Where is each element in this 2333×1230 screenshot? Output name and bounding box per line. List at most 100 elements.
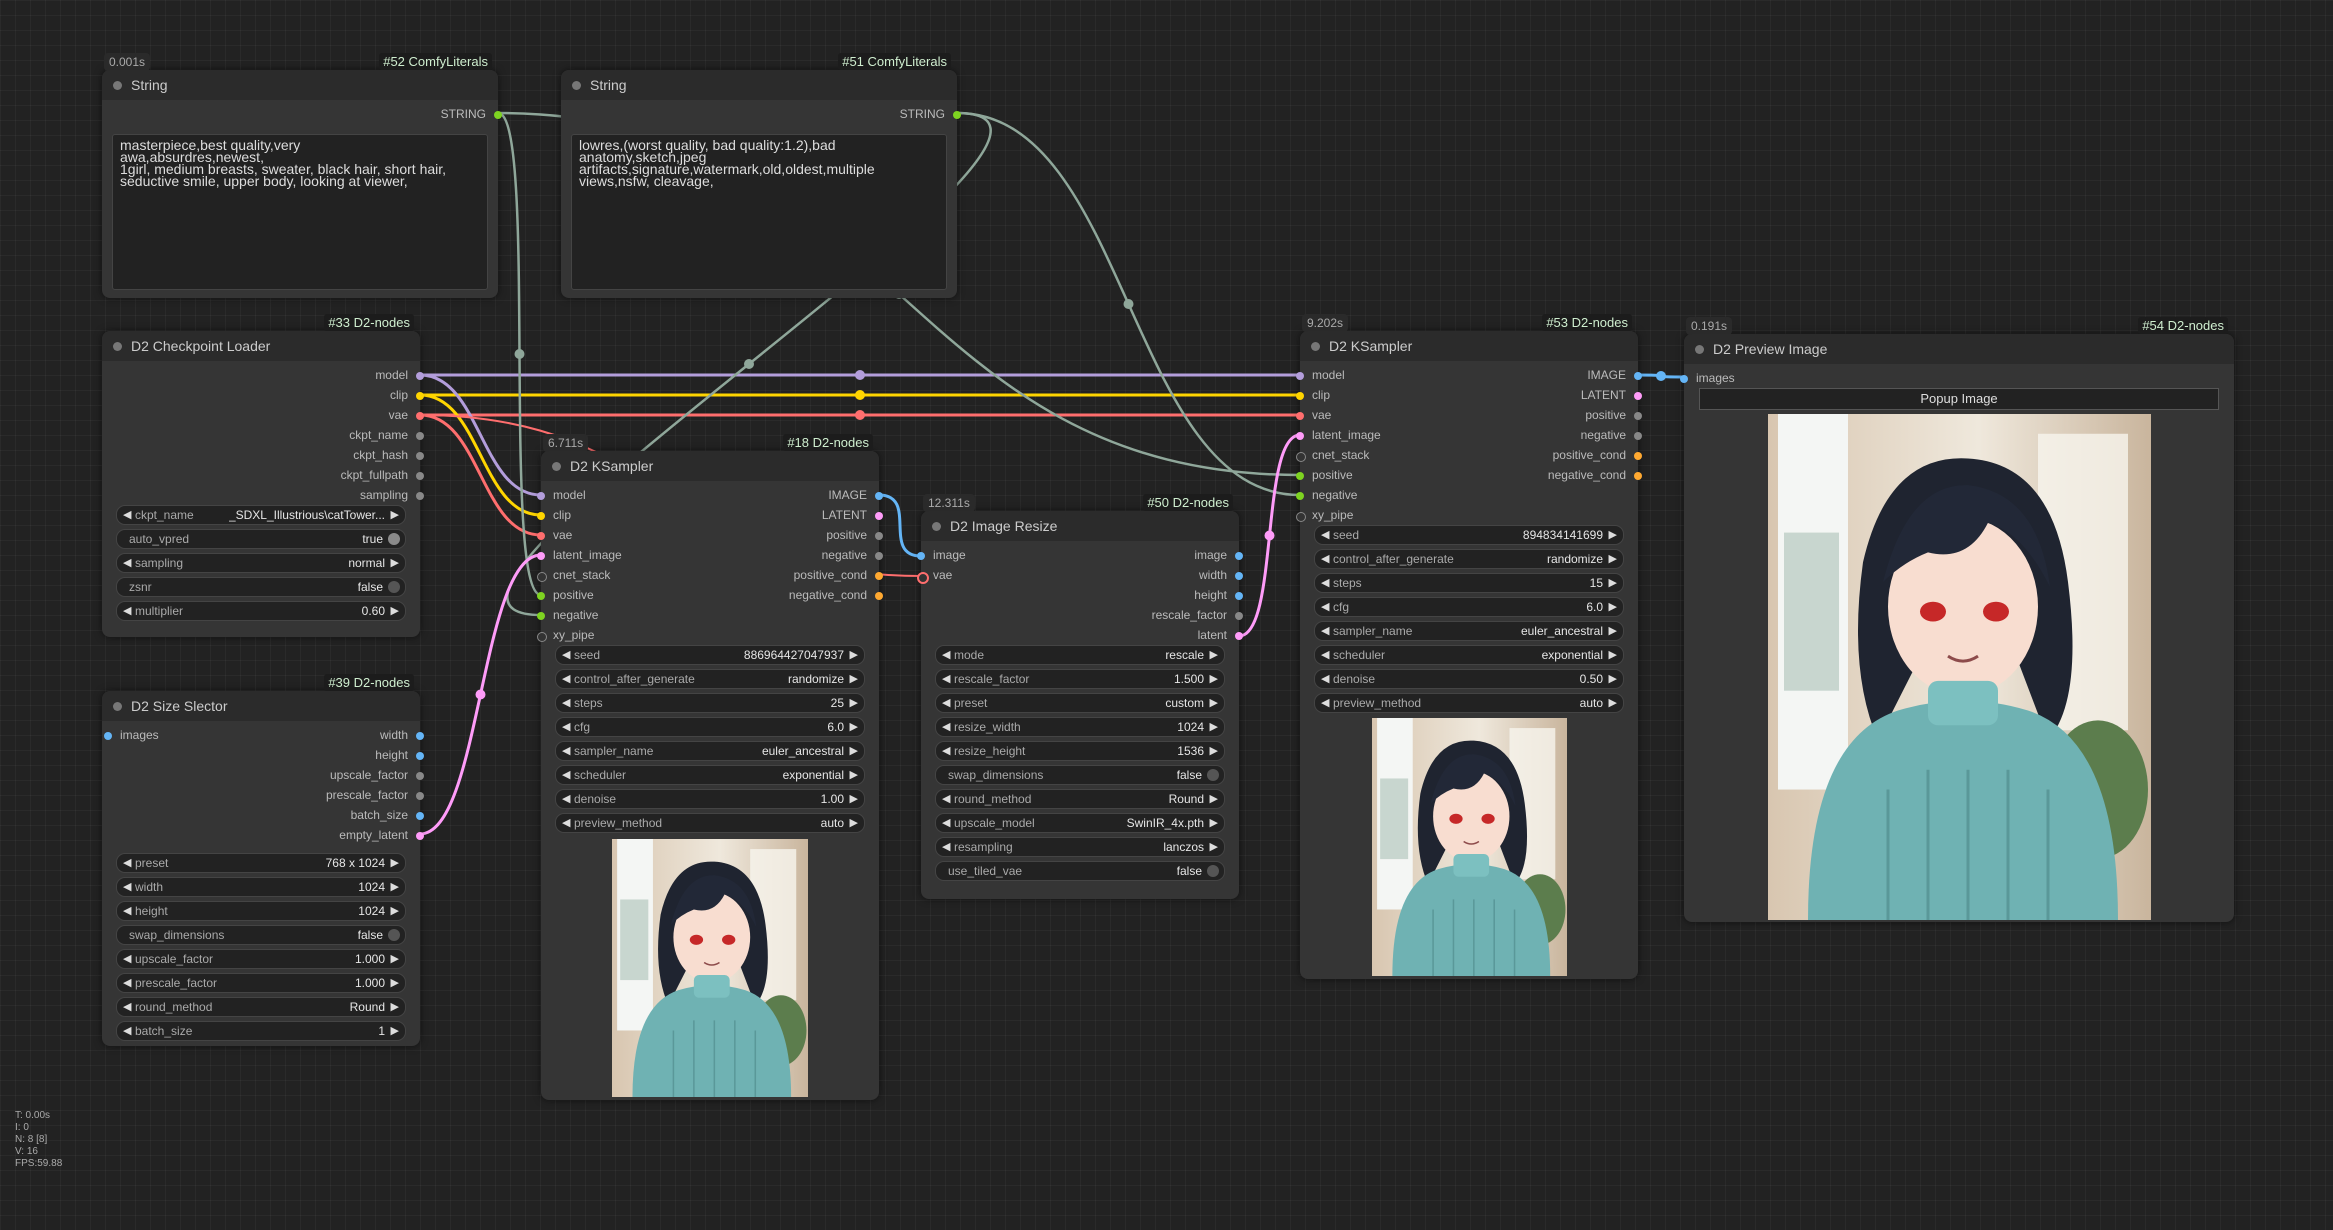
slot-dot-icon[interactable] — [416, 412, 424, 420]
batch-size-widget[interactable]: ◀ batch_size 1 ▶ — [116, 1021, 406, 1041]
arrow-left-icon[interactable]: ◀ — [562, 696, 570, 709]
image-resize-node[interactable]: 12.311s #50 D2-nodes D2 Image Resize ima… — [917, 494, 1243, 899]
node-header[interactable]: D2 Preview Image — [1684, 334, 2234, 364]
input-slot-xy-pipe[interactable]: xy_pipe — [537, 627, 691, 645]
input-slot-cnet-stack[interactable]: cnet_stack — [537, 567, 691, 585]
cfg-widget[interactable]: ◀ cfg 6.0 ▶ — [555, 717, 865, 737]
arrow-right-icon[interactable]: ▶ — [1609, 552, 1617, 565]
arrow-right-icon[interactable]: ▶ — [391, 556, 399, 569]
mode-widget[interactable]: ◀ mode rescale ▶ — [935, 645, 1225, 665]
arrow-left-icon[interactable]: ◀ — [123, 856, 131, 869]
sampler-name-widget[interactable]: ◀ sampler_name euler_ancestral ▶ — [555, 741, 865, 761]
collapse-dot-icon[interactable] — [552, 462, 561, 471]
output-slot-ckpt-name[interactable]: ckpt_name — [220, 427, 424, 445]
input-slot-vae[interactable]: vae — [1296, 407, 1450, 425]
node-header[interactable]: D2 Checkpoint Loader — [102, 331, 420, 361]
slot-dot-icon[interactable] — [537, 512, 545, 520]
arrow-left-icon[interactable]: ◀ — [1321, 528, 1329, 541]
string-node-51[interactable]: #51 ComfyLiterals String STRING lowres,(… — [561, 53, 961, 298]
arrow-right-icon[interactable]: ▶ — [1609, 696, 1617, 709]
output-slot-positive[interactable]: positive — [1488, 407, 1642, 425]
negative-prompt-textarea[interactable]: lowres,(worst quality, bad quality:1.2),… — [571, 134, 947, 290]
node-header[interactable]: D2 Image Resize — [921, 511, 1239, 541]
arrow-right-icon[interactable]: ▶ — [850, 816, 858, 829]
ksampler-node-53[interactable]: 9.202s #53 D2-nodes D2 KSampler model cli… — [1296, 314, 1642, 979]
input-slot-positive[interactable]: positive — [1296, 467, 1450, 485]
upscale-model-widget[interactable]: ◀ upscale_model SwinIR_4x.pth ▶ — [935, 813, 1225, 833]
slot-dot-icon[interactable] — [1235, 552, 1243, 560]
scheduler-widget[interactable]: ◀ scheduler exponential ▶ — [555, 765, 865, 785]
arrow-left-icon[interactable]: ◀ — [1321, 576, 1329, 589]
resampling-widget[interactable]: ◀ resampling lanczos ▶ — [935, 837, 1225, 857]
node-header[interactable]: D2 KSampler — [1300, 331, 1638, 361]
arrow-right-icon[interactable]: ▶ — [850, 648, 858, 661]
slot-dot-icon[interactable] — [1634, 432, 1642, 440]
arrow-left-icon[interactable]: ◀ — [123, 952, 131, 965]
arrow-left-icon[interactable]: ◀ — [123, 556, 131, 569]
arrow-right-icon[interactable]: ▶ — [391, 904, 399, 917]
arrow-left-icon[interactable]: ◀ — [942, 744, 950, 757]
arrow-left-icon[interactable]: ◀ — [562, 744, 570, 757]
arrow-left-icon[interactable]: ◀ — [123, 1024, 131, 1037]
collapse-dot-icon[interactable] — [113, 702, 122, 711]
size-selector-node[interactable]: #39 D2-nodes D2 Size Slector images widt… — [102, 674, 424, 1046]
arrow-left-icon[interactable]: ◀ — [1321, 648, 1329, 661]
arrow-right-icon[interactable]: ▶ — [1210, 648, 1218, 661]
arrow-right-icon[interactable]: ▶ — [1609, 624, 1617, 637]
output-slot-ckpt-fullpath[interactable]: ckpt_fullpath — [220, 467, 424, 485]
arrow-right-icon[interactable]: ▶ — [1210, 792, 1218, 805]
arrow-right-icon[interactable]: ▶ — [391, 1024, 399, 1037]
arrow-right-icon[interactable]: ▶ — [850, 792, 858, 805]
arrow-right-icon[interactable]: ▶ — [1609, 648, 1617, 661]
arrow-right-icon[interactable]: ▶ — [1210, 840, 1218, 853]
multiplier-number[interactable]: ◀ multiplier 0.60 ▶ — [116, 601, 406, 621]
arrow-left-icon[interactable]: ◀ — [562, 648, 570, 661]
slot-dot-icon[interactable] — [416, 372, 424, 380]
arrow-left-icon[interactable]: ◀ — [942, 648, 950, 661]
output-slot-height[interactable]: height — [1089, 587, 1243, 605]
arrow-right-icon[interactable]: ▶ — [391, 856, 399, 869]
arrow-left-icon[interactable]: ◀ — [562, 720, 570, 733]
slot-dot-icon[interactable] — [1235, 592, 1243, 600]
arrow-left-icon[interactable]: ◀ — [1321, 672, 1329, 685]
slot-dot-icon[interactable] — [1296, 492, 1304, 500]
slot-dot-icon[interactable] — [953, 111, 961, 119]
denoise-widget[interactable]: ◀ denoise 1.00 ▶ — [555, 789, 865, 809]
slot-dot-icon[interactable] — [875, 572, 883, 580]
slot-dot-icon[interactable] — [416, 772, 424, 780]
slot-dot-icon[interactable] — [917, 552, 925, 560]
arrow-left-icon[interactable]: ◀ — [942, 816, 950, 829]
output-slot-upscale-factor[interactable]: upscale_factor — [220, 767, 424, 785]
width-widget[interactable]: ◀ width 1024 ▶ — [116, 877, 406, 897]
collapse-dot-icon[interactable] — [1695, 345, 1704, 354]
preset-widget[interactable]: ◀ preset custom ▶ — [935, 693, 1225, 713]
output-slot-latent[interactable]: LATENT — [729, 507, 883, 525]
arrow-right-icon[interactable]: ▶ — [850, 744, 858, 757]
zsnr-toggle[interactable]: zsnr false — [116, 577, 406, 597]
slot-dot-icon[interactable] — [494, 111, 502, 119]
output-slot-positive-cond[interactable]: positive_cond — [729, 567, 883, 585]
input-slot-clip[interactable]: clip — [1296, 387, 1450, 405]
arrow-left-icon[interactable]: ◀ — [942, 720, 950, 733]
slot-dot-icon[interactable] — [416, 432, 424, 440]
auto-vpred-toggle[interactable]: auto_vpred true — [116, 529, 406, 549]
arrow-right-icon[interactable]: ▶ — [850, 720, 858, 733]
arrow-right-icon[interactable]: ▶ — [1210, 816, 1218, 829]
output-slot-latent[interactable]: LATENT — [1488, 387, 1642, 405]
arrow-right-icon[interactable]: ▶ — [1609, 528, 1617, 541]
arrow-left-icon[interactable]: ◀ — [942, 840, 950, 853]
prompt-textarea[interactable]: masterpiece,best quality,very awa,absurd… — [112, 134, 488, 290]
output-slot-clip[interactable]: clip — [220, 387, 424, 405]
slot-dot-icon[interactable] — [416, 392, 424, 400]
resize-width-widget[interactable]: ◀ resize_width 1024 ▶ — [935, 717, 1225, 737]
output-slot-negative-cond[interactable]: negative_cond — [729, 587, 883, 605]
node-header[interactable]: String — [102, 70, 498, 100]
arrow-right-icon[interactable]: ▶ — [1210, 720, 1218, 733]
output-slot-width[interactable]: width — [1089, 567, 1243, 585]
arrow-left-icon[interactable]: ◀ — [123, 976, 131, 989]
slot-dot-icon[interactable] — [917, 572, 929, 584]
round-method-widget[interactable]: ◀ round_method Round ▶ — [116, 997, 406, 1017]
slot-dot-icon[interactable] — [875, 512, 883, 520]
slot-dot-icon[interactable] — [875, 592, 883, 600]
output-slot-empty-latent[interactable]: empty_latent — [220, 827, 424, 845]
